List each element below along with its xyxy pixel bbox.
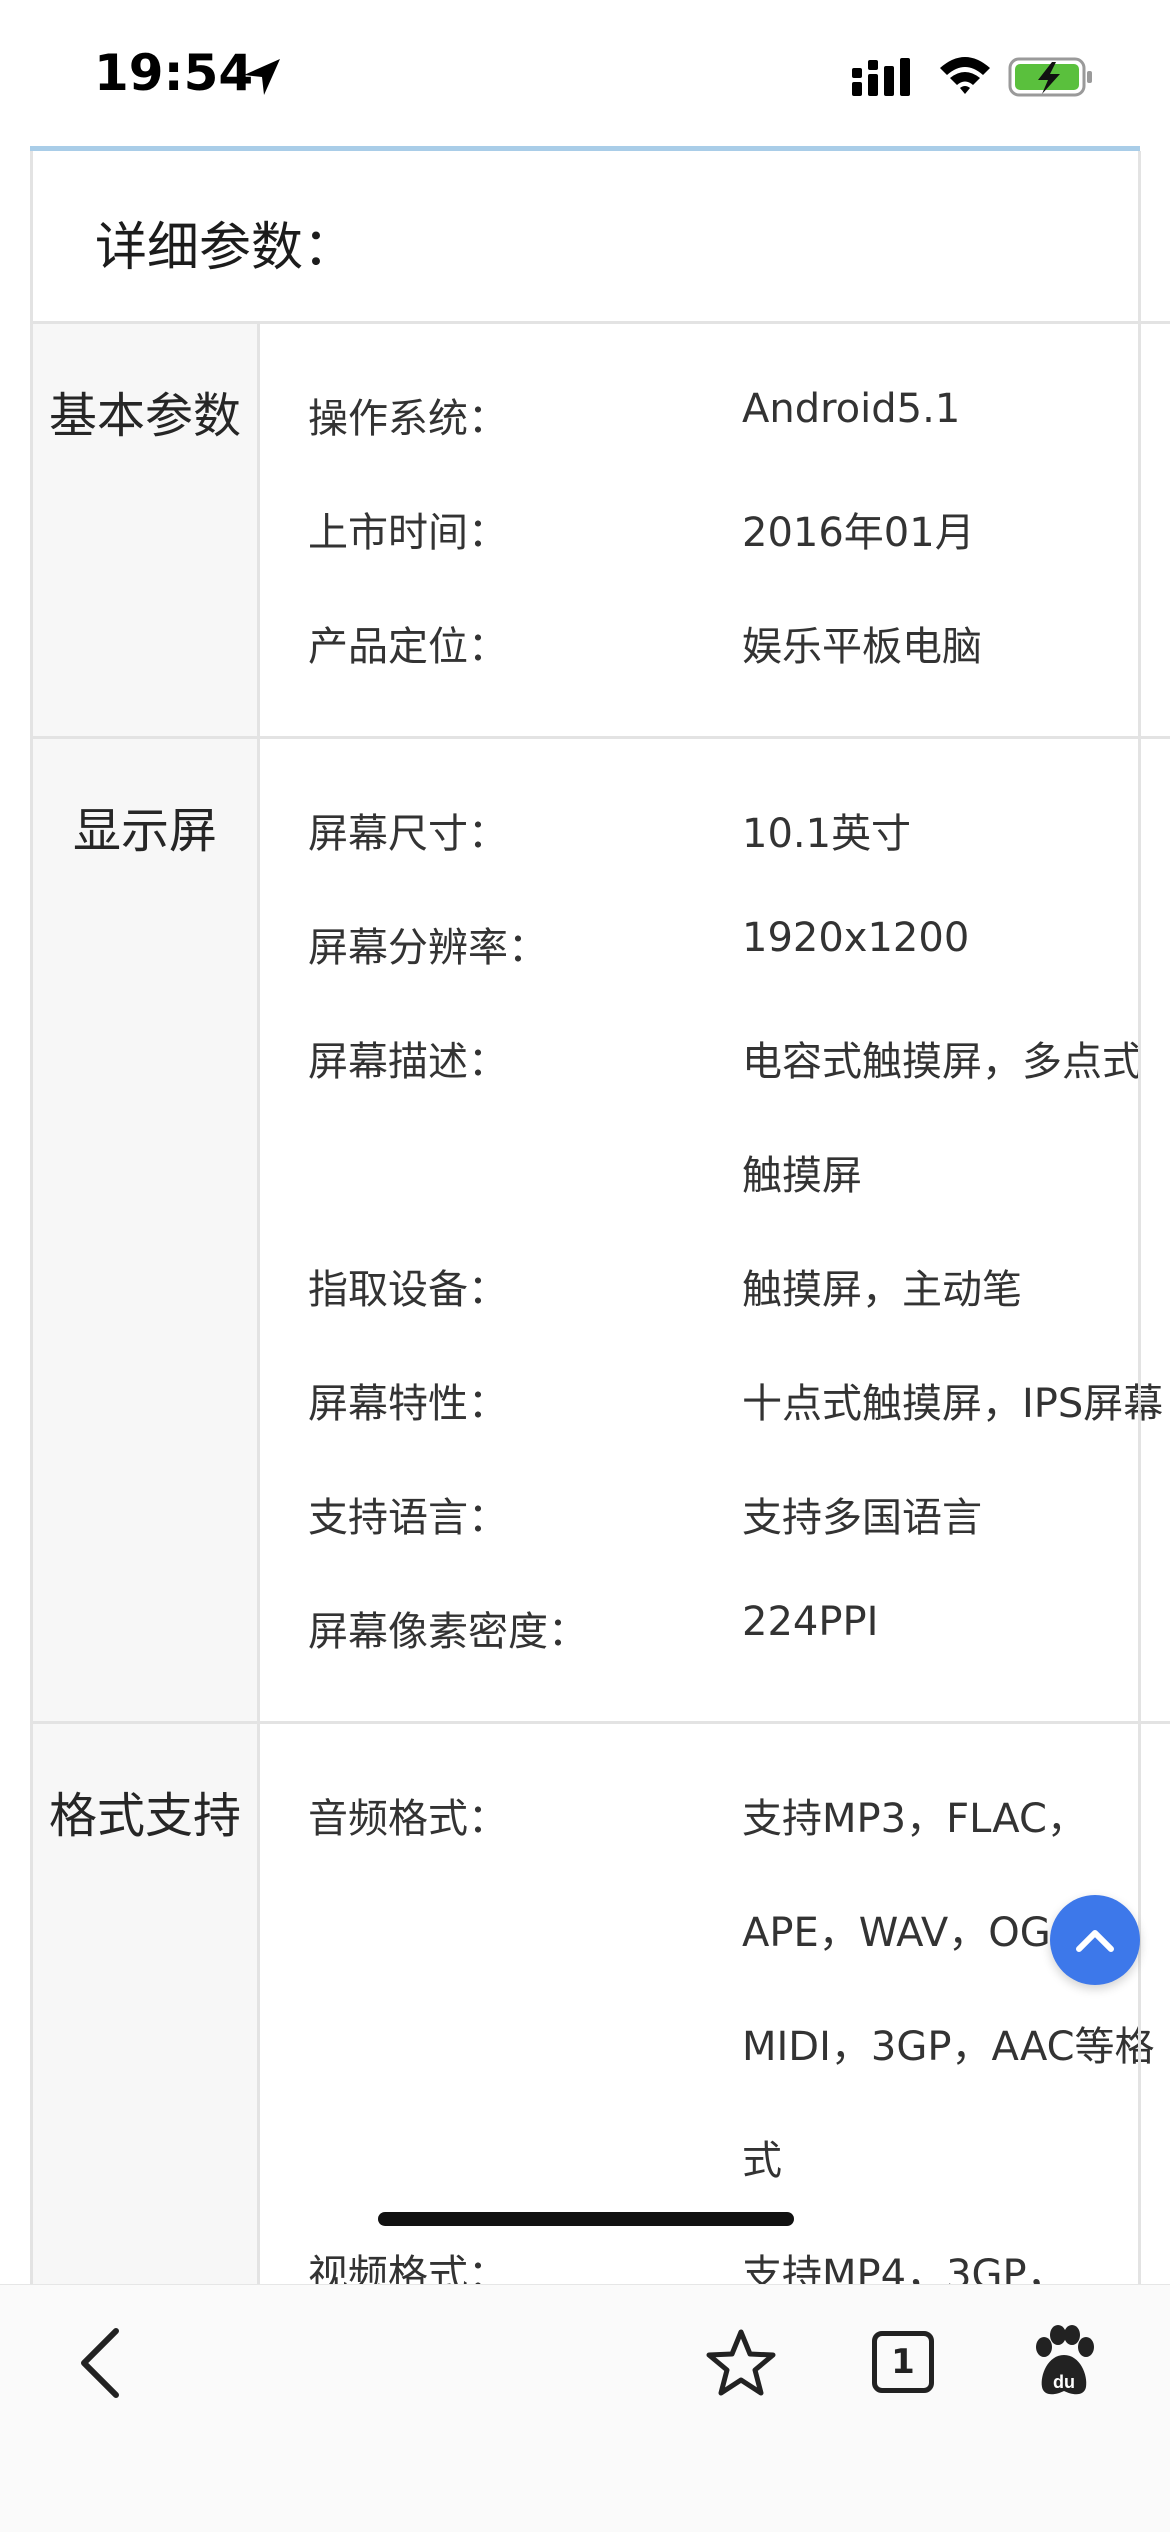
spec-value-continued: 触摸屏	[742, 1153, 862, 1199]
spec-value: 1920x1200	[742, 915, 970, 961]
tabs-count-button[interactable]: 1	[872, 2331, 934, 2393]
chevron-up-icon	[1076, 1930, 1114, 1952]
home-indicator	[378, 2212, 794, 2226]
back-chevron-icon[interactable]	[72, 2323, 128, 2403]
section-label: 格式支持	[48, 1788, 241, 1844]
section-format: 格式支持 音频格式： 支持MP3，FLAC， APE，WAV，OG MIDI，3…	[33, 1724, 1170, 2284]
spec-value: 触摸屏，主动笔	[742, 1267, 1022, 1313]
panel-divider	[1138, 151, 1141, 2284]
spec-key: 上市时间：	[308, 510, 508, 556]
spec-key: 屏幕特性：	[308, 1381, 508, 1427]
spec-value-continued: 式	[742, 2138, 782, 2184]
spec-value: Android5.1	[742, 386, 961, 432]
spec-value-continued: MIDI，3GP，AAC等格	[742, 2024, 1155, 2070]
section-basic: 基本参数 操作系统： Android5.1 上市时间： 2016年01月 产品定…	[33, 324, 1170, 739]
spec-value: 十点式触摸屏，IPS屏幕	[742, 1381, 1164, 1427]
spec-value: 10.1英寸	[742, 811, 912, 857]
section-label: 基本参数	[48, 388, 241, 444]
star-bookmark-icon[interactable]	[705, 2327, 777, 2399]
section-label: 显示屏	[72, 803, 217, 859]
status-bar: 19:54	[0, 0, 1170, 150]
section-label-column: 格式支持	[33, 1724, 260, 2284]
browser-toolbar: 1 du	[0, 2284, 1170, 2532]
section-label-column: 基本参数	[33, 324, 260, 736]
spec-value: 支持MP3，FLAC，	[742, 1796, 1087, 1842]
svg-text:du: du	[1053, 2372, 1075, 2392]
wifi-icon	[940, 57, 990, 94]
cellular-signal-icon	[852, 58, 910, 96]
section-label-column: 显示屏	[33, 739, 260, 1721]
status-time: 19:54	[94, 44, 254, 102]
spec-key: 指取设备：	[308, 1267, 508, 1313]
spec-key: 屏幕像素密度：	[308, 1609, 588, 1655]
battery-charging-icon	[1008, 57, 1092, 97]
spec-value: 2016年01月	[742, 510, 975, 556]
spec-value: 电容式触摸屏，多点式	[742, 1039, 1142, 1085]
browser-page: 19:54 详细参数： 基本参数 操作系统： Android5.1 上市时间： …	[0, 0, 1170, 2532]
spec-key: 视频格式：	[308, 2252, 508, 2284]
spec-key: 产品定位：	[308, 624, 508, 670]
spec-value: 支持多国语言	[742, 1495, 982, 1541]
section-display: 显示屏 屏幕尺寸： 10.1英寸 屏幕分辨率： 1920x1200 屏幕描述： …	[33, 739, 1170, 1724]
spec-key: 支持语言：	[308, 1495, 508, 1541]
spec-key: 屏幕分辨率：	[308, 925, 548, 971]
spec-key: 屏幕描述：	[308, 1039, 508, 1085]
spec-value: 支持MP4，3GP，	[742, 2252, 1067, 2284]
spec-value: 224PPI	[742, 1599, 879, 1645]
baidu-paw-icon[interactable]: du	[1030, 2325, 1098, 2399]
spec-value-continued: APE，WAV，OG	[742, 1910, 1051, 1956]
location-arrow-icon	[244, 59, 280, 95]
spec-key: 操作系统：	[308, 396, 508, 442]
spec-title-row: 详细参数：	[33, 151, 1170, 324]
spec-panel: 详细参数： 基本参数 操作系统： Android5.1 上市时间： 2016年0…	[30, 151, 1170, 2284]
spec-key: 屏幕尺寸：	[308, 811, 508, 857]
spec-content: 详细参数： 基本参数 操作系统： Android5.1 上市时间： 2016年0…	[30, 146, 1170, 2284]
spec-title: 详细参数：	[95, 218, 356, 278]
spec-key: 音频格式：	[308, 1796, 508, 1842]
tab-count: 1	[891, 2342, 915, 2382]
back-to-top-button[interactable]	[1050, 1895, 1140, 1985]
spec-value: 娱乐平板电脑	[742, 624, 982, 670]
